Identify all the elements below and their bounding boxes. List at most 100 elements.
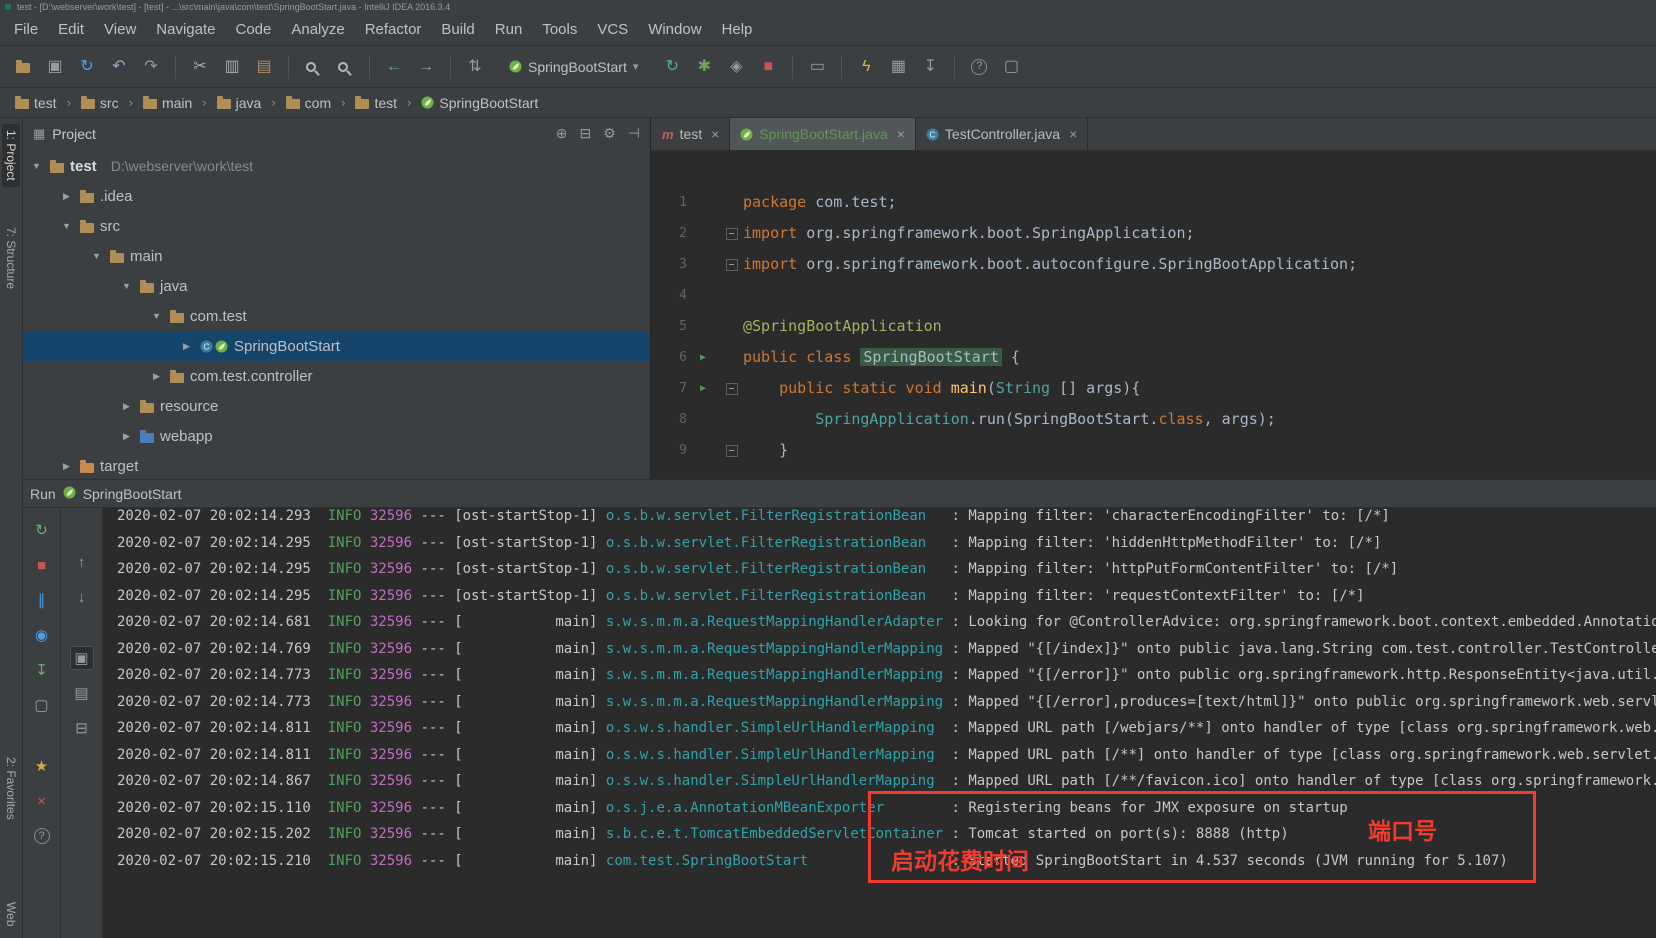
hide-button[interactable]: ⊣ xyxy=(628,125,640,141)
stripe-2-favorites[interactable]: 2: Favorites xyxy=(2,751,20,826)
replace-button[interactable] xyxy=(330,52,360,82)
menu-run[interactable]: Run xyxy=(485,17,533,42)
breadcrumb-java-3[interactable]: java xyxy=(214,93,265,113)
pause-output-button[interactable]: ∥ xyxy=(30,588,54,612)
coverage-button[interactable]: ◈ xyxy=(721,52,751,82)
breadcrumb-test-0[interactable]: test xyxy=(12,93,60,113)
pin-button[interactable]: ★ xyxy=(30,754,54,778)
menu-help[interactable]: Help xyxy=(712,17,763,42)
paste-button[interactable]: ▤ xyxy=(249,52,279,82)
breadcrumb-test-5[interactable]: test xyxy=(352,93,400,113)
menu-edit[interactable]: Edit xyxy=(48,17,94,42)
thread-dump-button[interactable]: ◉ xyxy=(30,623,54,647)
forward-button[interactable]: → xyxy=(411,52,441,82)
collapse-all-button[interactable]: ⊟ xyxy=(580,125,592,141)
back-button[interactable]: ← xyxy=(379,52,409,82)
help-button[interactable]: ? xyxy=(30,824,54,848)
cut-button[interactable]: ✂ xyxy=(185,52,215,82)
show-console-button[interactable]: ▢ xyxy=(30,693,54,717)
rerun-button[interactable]: ↻ xyxy=(30,518,54,542)
find-button[interactable] xyxy=(298,52,328,82)
tab-springbootstart-java[interactable]: SpringBootStart.java × xyxy=(730,118,916,150)
tree-row-idea[interactable]: ▶ .idea xyxy=(23,181,650,211)
stripe-1-project[interactable]: 1: Project xyxy=(2,124,20,187)
tree-row-main[interactable]: ▼ main xyxy=(23,241,650,271)
save-all-button[interactable]: ▣ xyxy=(40,52,70,82)
soft-wrap-button[interactable]: ▣ xyxy=(69,646,94,670)
next-occurrence-button[interactable]: ↓ xyxy=(70,585,94,609)
collapse-arrow-icon[interactable]: ▼ xyxy=(149,311,164,321)
run-line-icon[interactable]: ▶ xyxy=(687,373,719,404)
expand-arrow-icon[interactable]: ▶ xyxy=(119,401,134,412)
fold-marker-icon[interactable] xyxy=(719,435,743,466)
menu-navigate[interactable]: Navigate xyxy=(146,17,225,42)
close-icon[interactable]: × xyxy=(1069,126,1077,142)
locate-button[interactable]: ⊕ xyxy=(556,125,568,141)
code-editor[interactable]: 1 package com.test; 2 import org.springfram… xyxy=(651,151,1656,479)
breadcrumb-springbootstart-6[interactable]: SpringBootStart xyxy=(418,93,541,113)
stripe-7-structure[interactable]: 7: Structure xyxy=(2,221,20,295)
run-configuration-selector[interactable]: SpringBootStart ▾ xyxy=(500,55,647,79)
stop-button[interactable]: ■ xyxy=(30,553,54,577)
collapse-arrow-icon[interactable]: ▼ xyxy=(29,161,44,171)
menu-vcs[interactable]: VCS xyxy=(587,17,638,42)
collapse-arrow-icon[interactable]: ▼ xyxy=(59,221,74,231)
collapse-arrow-icon[interactable]: ▼ xyxy=(89,251,104,261)
menu-refactor[interactable]: Refactor xyxy=(355,17,432,42)
redo-button[interactable]: ↷ xyxy=(136,52,166,82)
expand-arrow-icon[interactable]: ▶ xyxy=(59,191,74,202)
tree-row-com-test-controller[interactable]: ▶ com.test.controller xyxy=(23,361,650,391)
menu-window[interactable]: Window xyxy=(638,17,711,42)
run-button[interactable]: ↻ xyxy=(657,52,687,82)
tree-row-springbootstart[interactable]: ▶ C SpringBootStart xyxy=(23,331,650,361)
debug-button[interactable]: ✱ xyxy=(689,52,719,82)
settings-button[interactable]: ⚙ xyxy=(603,125,616,141)
menu-file[interactable]: File xyxy=(4,17,48,42)
restore-layout-button[interactable]: ↧ xyxy=(30,658,54,682)
tree-row-src[interactable]: ▼ src xyxy=(23,211,650,241)
collapse-arrow-icon[interactable]: ▼ xyxy=(119,281,134,291)
tree-row-resource[interactable]: ▶ resource xyxy=(23,391,650,421)
menu-tools[interactable]: Tools xyxy=(532,17,587,42)
synchronize-button[interactable]: ↻ xyxy=(72,52,102,82)
tree-row-java[interactable]: ▼ java xyxy=(23,271,650,301)
expand-arrow-icon[interactable]: ▶ xyxy=(119,431,134,442)
update-button[interactable]: ↧ xyxy=(915,52,945,82)
layout-button[interactable]: ▦ xyxy=(883,52,913,82)
close-icon[interactable]: × xyxy=(711,126,719,142)
expand-arrow-icon[interactable]: ▶ xyxy=(59,461,74,472)
close-button[interactable]: × xyxy=(30,789,54,813)
run-line-icon[interactable]: ▶ xyxy=(687,342,719,373)
menu-code[interactable]: Code xyxy=(225,17,281,42)
menu-analyze[interactable]: Analyze xyxy=(281,17,354,42)
tree-row-webapp[interactable]: ▶ webapp xyxy=(23,421,650,451)
compare-button[interactable]: ⇅ xyxy=(460,52,490,82)
breadcrumb-src-1[interactable]: src xyxy=(78,93,122,113)
open-button[interactable] xyxy=(8,52,38,82)
tree-row-com-test[interactable]: ▼ com.test xyxy=(23,301,650,331)
stop-button[interactable]: ■ xyxy=(753,52,783,82)
breadcrumb-main-2[interactable]: main xyxy=(140,93,195,113)
close-icon[interactable]: × xyxy=(897,126,905,142)
expand-arrow-icon[interactable]: ▶ xyxy=(179,341,194,352)
undo-button[interactable]: ↶ xyxy=(104,52,134,82)
help-button[interactable]: ? xyxy=(964,52,994,82)
tab-test[interactable]: m test × xyxy=(652,118,731,150)
tab-testcontroller-java[interactable]: C TestController.java × xyxy=(915,118,1089,150)
console-button[interactable]: ▭ xyxy=(802,52,832,82)
project-tree[interactable]: ▼ test D:\webserver\work\test ▶ .idea ▼ src ▼ ma… xyxy=(23,149,650,479)
menu-build[interactable]: Build xyxy=(431,17,484,42)
prev-occurrence-button[interactable]: ↑ xyxy=(70,550,94,574)
menu-view[interactable]: View xyxy=(94,17,146,42)
fold-marker-icon[interactable] xyxy=(719,373,743,404)
copy-button[interactable]: ▥ xyxy=(217,52,247,82)
clear-all-button[interactable]: ⊟ xyxy=(70,716,94,740)
tree-row-test[interactable]: ▼ test D:\webserver\work\test xyxy=(23,151,650,181)
expand-arrow-icon[interactable]: ▶ xyxy=(149,371,164,382)
stripe-web[interactable]: Web xyxy=(2,896,20,932)
fold-marker-icon[interactable] xyxy=(719,249,743,280)
print-button[interactable]: ▤ xyxy=(70,681,94,705)
fold-marker-icon[interactable] xyxy=(719,218,743,249)
window-button[interactable]: ▢ xyxy=(996,52,1026,82)
power-button[interactable]: ϟ xyxy=(851,52,881,82)
